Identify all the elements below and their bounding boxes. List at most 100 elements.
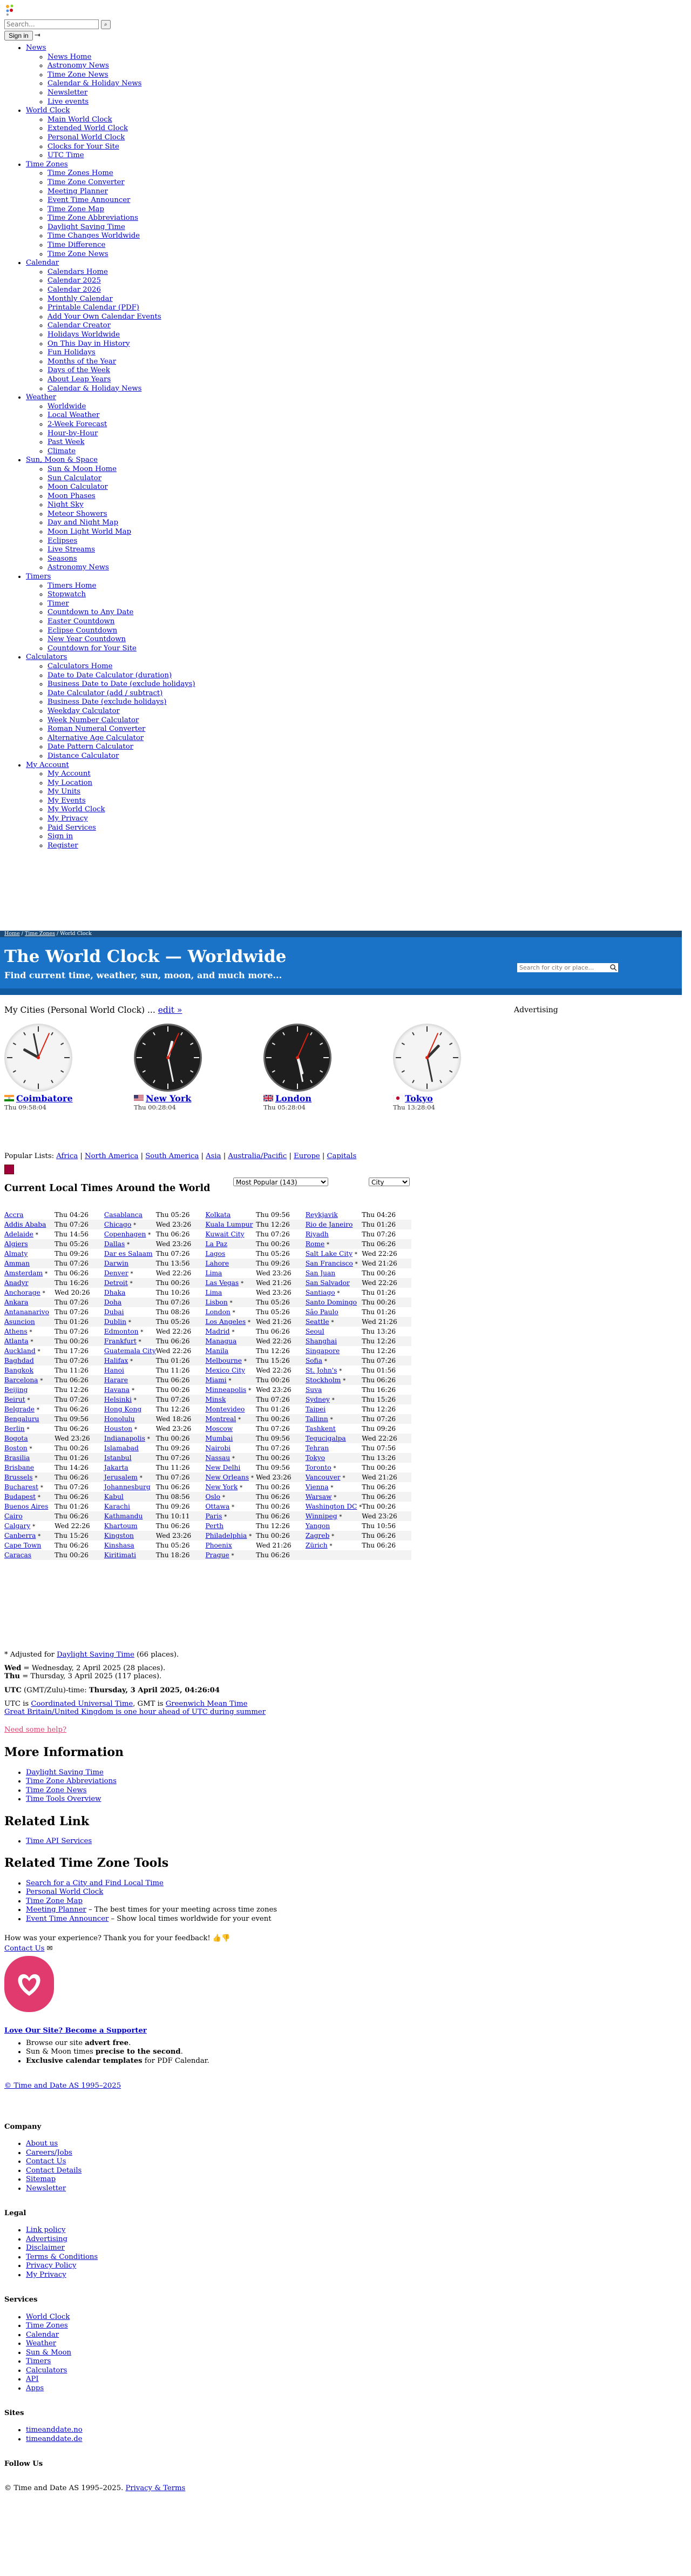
- city-link[interactable]: Bengaluru: [4, 1415, 39, 1423]
- city-link[interactable]: Houston: [104, 1425, 132, 1432]
- city-link[interactable]: Asuncion: [4, 1318, 35, 1326]
- nav-item-meteor-showers[interactable]: Meteor Showers: [48, 510, 107, 518]
- nav-item-date-pattern-calculator[interactable]: Date Pattern Calculator: [48, 743, 133, 751]
- signin-button[interactable]: Sign in: [4, 31, 33, 41]
- city-link[interactable]: Kiritimati: [104, 1551, 136, 1559]
- city-link[interactable]: Anadyr: [4, 1279, 28, 1287]
- nav-item-meeting-planner[interactable]: Meeting Planner: [48, 187, 108, 196]
- clock-city-name[interactable]: Tokyo: [405, 1093, 433, 1104]
- city-link[interactable]: London: [205, 1308, 230, 1316]
- site-logo[interactable]: [4, 3, 18, 17]
- city-link[interactable]: Lahore: [205, 1260, 229, 1267]
- edit-mycities-link[interactable]: edit »: [158, 1005, 182, 1015]
- nav-item-printable-calendar-pdf[interactable]: Printable Calendar (PDF): [48, 304, 139, 312]
- city-link[interactable]: Dubai: [104, 1308, 124, 1316]
- nav-item-moon-calculator[interactable]: Moon Calculator: [48, 483, 108, 491]
- city-link[interactable]: Yangon: [306, 1522, 330, 1530]
- city-link[interactable]: Darwin: [104, 1260, 128, 1267]
- nav-item-newsletter[interactable]: Newsletter: [48, 89, 87, 97]
- nav-item-calendar-creator[interactable]: Calendar Creator: [48, 321, 111, 329]
- city-link[interactable]: Berlin: [4, 1425, 25, 1432]
- city-link[interactable]: Amman: [4, 1260, 30, 1267]
- city-link[interactable]: Mexico City: [205, 1367, 245, 1374]
- city-link[interactable]: Havana: [104, 1386, 130, 1394]
- nav-item-my-privacy[interactable]: My Privacy: [48, 815, 88, 823]
- city-link[interactable]: Kuwait City: [205, 1230, 244, 1238]
- nav-item-extended-world-clock[interactable]: Extended World Clock: [48, 124, 128, 132]
- city-link[interactable]: Paris: [205, 1512, 222, 1520]
- city-link[interactable]: New York: [205, 1483, 238, 1491]
- city-link[interactable]: Nairobi: [205, 1444, 231, 1452]
- nav-item-calendar-2025[interactable]: Calendar 2025: [48, 277, 101, 285]
- city-link[interactable]: Shanghai: [306, 1337, 337, 1345]
- header-search-button[interactable]: ⌕: [101, 19, 111, 29]
- city-link[interactable]: Seattle: [306, 1318, 329, 1326]
- city-link[interactable]: Adelaide: [4, 1230, 33, 1238]
- city-link[interactable]: Honolulu: [104, 1415, 135, 1423]
- footer-link-calendar[interactable]: Calendar: [26, 2331, 59, 2339]
- city-link[interactable]: Edmonton: [104, 1328, 139, 1335]
- nav-item-time-zone-abbreviations[interactable]: Time Zone Abbreviations: [48, 214, 138, 222]
- popular-link-capitals[interactable]: Capitals: [327, 1152, 357, 1160]
- city-link[interactable]: Bucharest: [4, 1483, 38, 1491]
- footer-link-apps[interactable]: Apps: [26, 2384, 44, 2392]
- nav-item-moon-light-world-map[interactable]: Moon Light World Map: [48, 528, 131, 536]
- footer-link-timeanddate-de[interactable]: timeanddate.de: [26, 2435, 82, 2443]
- nav-item-sun-moon-home[interactable]: Sun & Moon Home: [48, 465, 117, 473]
- privacy-terms-link[interactable]: Privacy & Terms: [125, 2484, 185, 2492]
- city-link[interactable]: Moscow: [205, 1425, 233, 1432]
- city-link[interactable]: Guatemala City: [104, 1347, 156, 1355]
- nav-item-holidays-worldwide[interactable]: Holidays Worldwide: [48, 331, 120, 339]
- nav-item-live-streams[interactable]: Live Streams: [48, 546, 95, 554]
- footer-link-world-clock[interactable]: World Clock: [26, 2313, 70, 2321]
- city-link[interactable]: Stockholm: [306, 1376, 341, 1384]
- footer-link-about-us[interactable]: About us: [26, 2140, 58, 2148]
- thumbs-up-icon[interactable]: 👍: [213, 1934, 221, 1942]
- nav-item-eclipse-countdown[interactable]: Eclipse Countdown: [48, 627, 117, 635]
- nav-item-astronomy-news[interactable]: Astronomy News: [48, 62, 109, 70]
- clock-city-name[interactable]: Coimbatore: [16, 1093, 73, 1104]
- footer-link-calculators[interactable]: Calculators: [26, 2366, 67, 2375]
- city-link[interactable]: Los Angeles: [205, 1318, 246, 1326]
- city-link[interactable]: Tashkent: [306, 1425, 336, 1432]
- city-link[interactable]: Sofia: [306, 1357, 322, 1364]
- nav-weather[interactable]: Weather: [26, 393, 56, 401]
- footer-link-contact-details[interactable]: Contact Details: [26, 2167, 82, 2175]
- nav-time-zones[interactable]: Time Zones: [26, 160, 68, 169]
- city-link[interactable]: Cairo: [4, 1512, 23, 1520]
- city-link[interactable]: Salt Lake City: [306, 1250, 353, 1257]
- nav-item-event-time-announcer[interactable]: Event Time Announcer: [48, 196, 130, 204]
- city-link[interactable]: Jakarta: [104, 1464, 128, 1471]
- city-link[interactable]: Lisbon: [205, 1299, 227, 1306]
- nav-item-time-zone-news[interactable]: Time Zone News: [48, 71, 109, 79]
- city-link[interactable]: Helsinki: [104, 1396, 132, 1403]
- city-link[interactable]: Oslo: [205, 1493, 220, 1501]
- nav-item-calendar-holiday-news[interactable]: Calendar & Holiday News: [48, 385, 141, 393]
- city-link[interactable]: Halifax: [104, 1357, 128, 1364]
- city-link[interactable]: Sydney: [306, 1396, 330, 1403]
- city-link[interactable]: Johannesburg: [104, 1483, 151, 1491]
- city-link[interactable]: Perth: [205, 1522, 223, 1530]
- city-link[interactable]: Vienna: [306, 1483, 329, 1491]
- city-link[interactable]: Baghdad: [4, 1357, 34, 1364]
- city-link[interactable]: New Delhi: [205, 1464, 240, 1471]
- footer-link-timers[interactable]: Timers: [26, 2357, 51, 2365]
- nav-item-day-and-night-map[interactable]: Day and Night Map: [48, 519, 118, 527]
- nav-item-date-calculator-add-subtract[interactable]: Date Calculator (add / subtract): [48, 689, 162, 697]
- nav-item-my-events[interactable]: My Events: [48, 797, 86, 805]
- sort-select[interactable]: Most Popular (143): [233, 1178, 328, 1186]
- utc-link[interactable]: Coordinated Universal Time: [31, 1700, 133, 1708]
- nav-item-distance-calculator[interactable]: Distance Calculator: [48, 752, 119, 760]
- city-link[interactable]: Ankara: [4, 1299, 28, 1306]
- nav-item-my-units[interactable]: My Units: [48, 788, 80, 796]
- city-link[interactable]: Calgary: [4, 1522, 30, 1530]
- nav-item-personal-world-clock[interactable]: Personal World Clock: [48, 133, 125, 142]
- nav-item-stopwatch[interactable]: Stopwatch: [48, 590, 86, 598]
- city-link[interactable]: Minsk: [205, 1396, 226, 1403]
- nav-item-calendars-home[interactable]: Calendars Home: [48, 268, 108, 276]
- nav-item-time-difference[interactable]: Time Difference: [48, 241, 105, 249]
- gb-summer-link[interactable]: Great Britain/United Kingdom is one hour…: [4, 1708, 266, 1716]
- city-link[interactable]: Brasilia: [4, 1454, 30, 1462]
- nav-item-paid-services[interactable]: Paid Services: [48, 824, 96, 832]
- city-link[interactable]: Nassau: [205, 1454, 230, 1462]
